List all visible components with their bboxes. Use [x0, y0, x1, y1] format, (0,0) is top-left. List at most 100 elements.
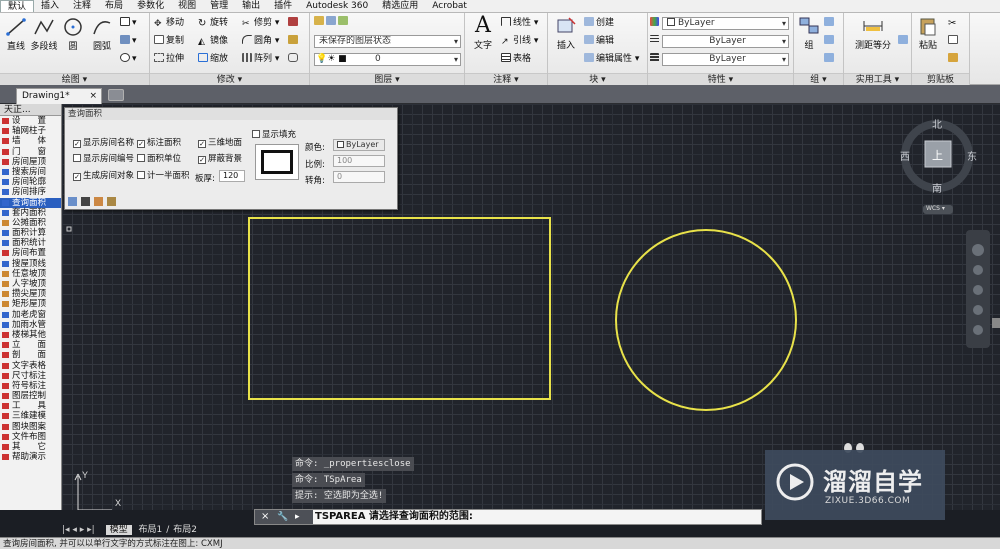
modify-panel-title[interactable]: 修改 ▾ [150, 73, 309, 85]
palette-item[interactable]: 房间屋顶 [0, 157, 61, 167]
palette-item[interactable]: 尺寸标注 [0, 371, 61, 381]
leader-button[interactable]: ↗ 引线 ▾ [501, 35, 538, 47]
palette-item[interactable]: 搜屋顶线 [0, 259, 61, 269]
close-icon[interactable]: × [261, 510, 269, 524]
palette-item[interactable]: 图层控制 [0, 391, 61, 401]
select-room-icon[interactable] [68, 197, 77, 206]
erase-button[interactable] [288, 17, 300, 29]
color-dropdown-dialog[interactable]: ByLayer [333, 139, 385, 151]
mask-bg-checkbox[interactable]: ✓ 屏蔽背景 [198, 154, 242, 165]
create-block-button[interactable]: 创建 [584, 17, 614, 29]
rotate-button[interactable]: ↻ 旋转 [198, 17, 228, 29]
menu-item[interactable]: 管理 [203, 0, 235, 12]
menu-item[interactable]: 布局 [98, 0, 130, 12]
close-tab-icon[interactable]: × [89, 89, 97, 104]
select-floor-icon[interactable] [94, 197, 103, 206]
gen-room-obj-checkbox[interactable]: ✓ 生成房间对象 [73, 171, 134, 182]
palette-item[interactable]: 楼梯其他 [0, 330, 61, 340]
text-button[interactable]: A 文字 [468, 15, 498, 52]
palette-item[interactable]: 轴网柱子 [0, 126, 61, 136]
stretch-button[interactable]: 拉伸 [154, 53, 184, 65]
menu-item[interactable]: 插件 [267, 0, 299, 12]
properties-panel-title[interactable]: 特性 ▾ [648, 73, 793, 85]
layer-properties-button[interactable] [314, 16, 350, 28]
palette-item[interactable]: 查询面积 [0, 197, 61, 208]
menu-item[interactable]: Acrobat [425, 0, 474, 12]
utility-icon[interactable] [898, 35, 910, 47]
palette-item[interactable]: 符号标注 [0, 381, 61, 391]
rectangle-button[interactable]: ▾ [120, 17, 137, 29]
wcs-menu[interactable]: WCS ▾ [926, 205, 945, 212]
palette-item[interactable]: 房间排序 [0, 187, 61, 197]
clipboard-panel-title[interactable]: 剪贴板 [912, 73, 969, 85]
command-line[interactable]: × 🔧 ▸ TSPAREA 请选择查询面积的范围: [254, 509, 762, 525]
palette-item[interactable]: 面积统计 [0, 238, 61, 248]
scale-input[interactable]: 100 [333, 155, 385, 167]
linear-dim-button[interactable]: 线性 ▾ [501, 17, 538, 29]
palette-item[interactable]: 面积计算 [0, 228, 61, 238]
fill-preview[interactable] [255, 144, 299, 180]
group-edit-icon[interactable] [824, 35, 836, 47]
group-button[interactable]: 组 [796, 16, 822, 51]
tab-layout1[interactable]: 布局1 [134, 525, 166, 535]
compass-north-label[interactable]: 北 [932, 116, 942, 131]
compass-east-label[interactable]: 东 [967, 148, 977, 163]
insert-button[interactable]: 插入 [551, 16, 581, 51]
show-fill-checkbox[interactable]: 显示填充 [252, 130, 296, 141]
ungroup-icon[interactable] [824, 17, 836, 29]
menu-item[interactable]: 视图 [171, 0, 203, 12]
polyline-button[interactable]: 多段线 [30, 17, 58, 52]
group-select-icon[interactable] [824, 53, 836, 65]
half-area-checkbox[interactable]: 计一半面积 [137, 171, 190, 182]
table-button[interactable]: 表格 [501, 53, 531, 65]
palette-item[interactable]: 帮助演示 [0, 452, 61, 462]
palette-item[interactable]: 房间轮廓 [0, 177, 61, 187]
menu-item[interactable]: 插入 [34, 0, 66, 12]
offset-button[interactable] [288, 53, 300, 65]
trim-button[interactable]: ✂ 修剪 ▾ [242, 17, 279, 29]
palette-item[interactable]: 其 它 [0, 442, 61, 452]
rotate-input[interactable]: 0 [333, 171, 385, 183]
paste-button[interactable]: 粘贴 [915, 16, 941, 51]
new-tab-button[interactable] [108, 89, 124, 101]
layer-panel-title[interactable]: 图层 ▾ [310, 73, 464, 85]
palette-item[interactable]: 加雨水管 [0, 320, 61, 330]
palette-item[interactable]: 立 面 [0, 340, 61, 350]
menu-item[interactable]: 注释 [66, 0, 98, 12]
menu-item[interactable]: 精选应用 [375, 0, 425, 12]
tab-layout2[interactable]: 布局2 [169, 525, 201, 535]
palette-item[interactable]: 套内面积 [0, 208, 61, 218]
palette-item[interactable]: 攒尖屋顶 [0, 289, 61, 299]
palette-item[interactable]: 公摊面积 [0, 218, 61, 228]
linetype-dropdown[interactable]: ByLayer [662, 35, 789, 48]
compass-west-label[interactable]: 西 [900, 148, 910, 163]
menu-item[interactable]: 默认 [0, 0, 35, 12]
match-prop-icon[interactable] [948, 53, 960, 65]
move-button[interactable]: ✥ 移动 [154, 17, 184, 29]
select-polygon-icon[interactable] [81, 197, 90, 206]
3d-floor-checkbox[interactable]: ✓ 三维地面 [198, 138, 242, 149]
palette-item[interactable]: 文字表格 [0, 361, 61, 371]
layout-nav-icon[interactable]: |◂ ◂ ▸ ▸| [62, 525, 95, 535]
lineweight-dropdown[interactable]: ByLayer [662, 53, 789, 66]
palette-item[interactable]: 工 具 [0, 401, 61, 411]
scale-button[interactable]: 缩放 [198, 53, 228, 65]
draw-panel-title[interactable]: 绘图 ▾ [0, 73, 149, 85]
prompt-icon[interactable]: ▸ [295, 510, 300, 524]
edit-attr-button[interactable]: 编辑属性 ▾ [584, 53, 639, 65]
document-tab[interactable]: Drawing1* × [16, 88, 102, 104]
hatch-button[interactable]: ▾ [120, 35, 137, 47]
tab-model[interactable]: 模型 [105, 525, 132, 535]
palette-item[interactable]: 设 置 [0, 116, 61, 126]
circle-button[interactable]: 圆 [60, 17, 86, 52]
menu-item[interactable]: 参数化 [130, 0, 171, 12]
explode-button[interactable] [288, 35, 300, 47]
arc-button[interactable]: 圆弧 [88, 17, 116, 52]
mark-area-checkbox[interactable]: ✓ 标注面积 [137, 138, 181, 149]
palette-item[interactable]: 三维建模 [0, 411, 61, 421]
ellipse-button[interactable]: ▾ [120, 53, 137, 65]
utilities-panel-title[interactable]: 实用工具 ▾ [844, 73, 911, 85]
measure-button[interactable]: 测距等分 [848, 16, 898, 51]
menu-item[interactable]: 输出 [235, 0, 267, 12]
group-panel-title[interactable]: 组 ▾ [794, 73, 843, 85]
